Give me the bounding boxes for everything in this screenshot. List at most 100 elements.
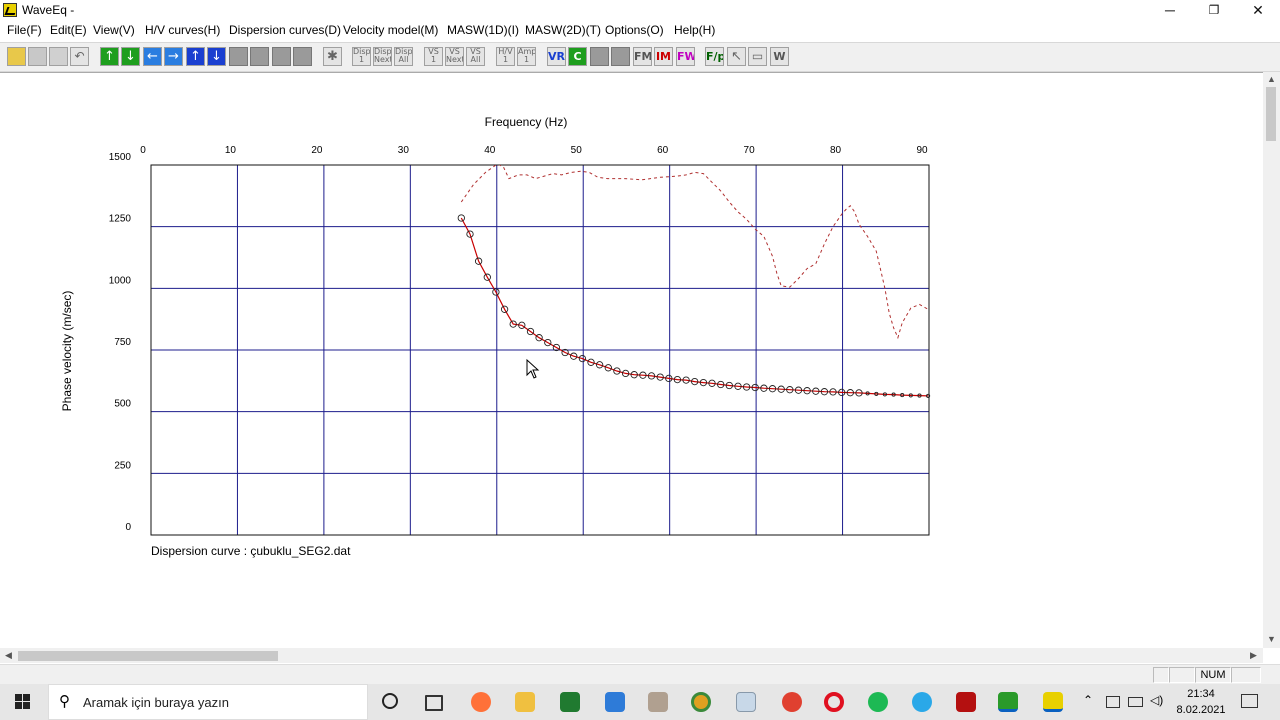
y-tick-label: 250 — [114, 460, 131, 471]
horizontal-scrollbar[interactable]: ◀ ▶ — [0, 648, 1263, 663]
w-button[interactable]: W — [770, 47, 789, 66]
x-axis-label: Frequency (Hz) — [485, 115, 568, 129]
x-tick-label: 70 — [744, 145, 756, 156]
taskbar-search[interactable]: ⚲ Aramak için buraya yazın — [48, 684, 368, 720]
print-icon[interactable] — [49, 47, 68, 66]
hv-1-button[interactable]: H/V 1 — [496, 47, 515, 66]
waveeq-taskbar-icon[interactable] — [1043, 692, 1063, 712]
close-button[interactable]: ✕ — [1236, 0, 1280, 21]
x-tick-label: 30 — [398, 145, 410, 156]
vr-button[interactable]: VR — [547, 47, 566, 66]
undo-icon[interactable]: ↶ — [70, 47, 89, 66]
disabled-tool-3-icon[interactable] — [272, 47, 291, 66]
disabled-tool-5-icon[interactable] — [590, 47, 609, 66]
x-tick-label: 50 — [571, 145, 583, 156]
move-down-icon[interactable]: ↓ — [207, 47, 226, 66]
pdf-icon[interactable] — [956, 692, 976, 712]
window-title: WaveEq - — [22, 3, 75, 17]
x-tick-label: 10 — [225, 145, 237, 156]
x-tick-label: 40 — [484, 145, 496, 156]
status-cell-blank — [1169, 667, 1195, 683]
clock-date: 8.02.2021 — [1176, 704, 1226, 716]
x-tick-label: 0 — [140, 145, 146, 156]
opera-icon[interactable] — [824, 692, 844, 712]
chrome-icon[interactable] — [691, 692, 711, 712]
fm-button[interactable]: FM — [633, 47, 652, 66]
restore-button[interactable]: ❐ — [1192, 0, 1236, 21]
horizontal-scroll-thumb[interactable] — [18, 651, 278, 661]
file-explorer-icon[interactable] — [515, 692, 535, 712]
move-up-icon[interactable]: ↑ — [186, 47, 205, 66]
menu-edit[interactable]: Edit(E) — [50, 23, 87, 37]
y-tick-label: 1500 — [109, 152, 132, 163]
chart-caption: Dispersion curve : çubuklu_SEG2.dat — [151, 544, 351, 558]
fw-button[interactable]: FW — [676, 47, 695, 66]
app-icon-blue[interactable] — [605, 692, 625, 712]
skype-icon[interactable] — [912, 692, 932, 712]
status-cell-caps — [1153, 667, 1169, 683]
dispersion-chart[interactable]: Frequency (Hz) Phase velocity (m/sec) 01… — [0, 73, 1000, 573]
windows-start-icon[interactable] — [15, 694, 31, 710]
cursor-icon[interactable]: ↖ — [727, 47, 746, 66]
minimize-button[interactable]: ─ — [1148, 0, 1192, 21]
arrow-down-icon[interactable]: ↓ — [121, 47, 140, 66]
scroll-right-icon[interactable]: ▶ — [1250, 650, 1257, 661]
network-icon[interactable] — [1106, 696, 1120, 708]
scroll-left-icon[interactable]: ◀ — [5, 650, 12, 661]
c-button[interactable]: C — [568, 47, 587, 66]
amp-1-button[interactable]: Amp 1 — [517, 47, 536, 66]
app-window-icon[interactable] — [736, 692, 756, 712]
vs-1-button[interactable]: VS 1 — [424, 47, 443, 66]
taskbar-clock[interactable]: 21:34 8.02.2021 — [1170, 686, 1232, 718]
vs-next-button[interactable]: VS Next — [445, 47, 464, 66]
menu-help[interactable]: Help(H) — [674, 23, 715, 37]
firefox-icon[interactable] — [471, 692, 491, 712]
notification-icon[interactable] — [1241, 694, 1258, 708]
chart-view[interactable]: Frequency (Hz) Phase velocity (m/sec) 01… — [0, 72, 1263, 649]
menu-view[interactable]: View(V) — [93, 23, 135, 37]
app-icon-sw[interactable] — [998, 692, 1018, 712]
menu-masw-1d[interactable]: MASW(1D)(I) — [447, 23, 519, 37]
vertical-scrollbar[interactable]: ▲ ▼ — [1263, 72, 1280, 648]
menu-file[interactable]: File(F) — [7, 23, 42, 37]
disp-all-button[interactable]: Disp All — [394, 47, 413, 66]
fp-button[interactable]: F/p — [705, 47, 724, 66]
new-page-icon[interactable]: ▭ — [748, 47, 767, 66]
paint-icon[interactable] — [648, 692, 668, 712]
scroll-up-icon[interactable]: ▲ — [1267, 74, 1276, 84]
cortana-icon[interactable] — [382, 693, 398, 709]
disabled-tool-4-icon[interactable] — [293, 47, 312, 66]
menu-options[interactable]: Options(O) — [605, 23, 664, 37]
battery-icon[interactable] — [1128, 697, 1143, 707]
menu-velocity-model[interactable]: Velocity model(M) — [343, 23, 438, 37]
volume-icon[interactable]: ◁) — [1150, 693, 1163, 707]
spotify-icon[interactable] — [868, 692, 888, 712]
disabled-tool-2-icon[interactable] — [250, 47, 269, 66]
disabled-tool-6-icon[interactable] — [611, 47, 630, 66]
menu-hv-curves[interactable]: H/V curves(H) — [145, 23, 220, 37]
chart-grid — [150, 164, 930, 536]
arrow-up-icon[interactable]: ↑ — [100, 47, 119, 66]
menu-dispersion-curves[interactable]: Dispersion curves(D) — [229, 23, 341, 37]
im-button[interactable]: IM — [654, 47, 673, 66]
menu-masw-2d[interactable]: MASW(2D)(T) — [525, 23, 601, 37]
scroll-down-icon[interactable]: ▼ — [1267, 634, 1276, 644]
app-icon-red[interactable] — [782, 692, 802, 712]
save-icon[interactable] — [28, 47, 47, 66]
clock-time: 21:34 — [1187, 688, 1215, 700]
open-folder-icon[interactable] — [7, 47, 26, 66]
show-hidden-icons-icon[interactable]: ⌃ — [1083, 693, 1093, 707]
task-view-icon[interactable] — [425, 695, 443, 711]
dashed-curve-line — [460, 165, 929, 340]
vs-all-button[interactable]: VS All — [466, 47, 485, 66]
disp-next-button[interactable]: Disp Next — [373, 47, 392, 66]
arrow-right-icon[interactable]: → — [164, 47, 183, 66]
app-icon-green[interactable] — [560, 692, 580, 712]
search-icon: ⚲ — [59, 693, 70, 710]
arrow-left-icon[interactable]: ← — [143, 47, 162, 66]
pin-icon[interactable]: ✱ — [323, 47, 342, 66]
status-bar: NUM — [0, 664, 1280, 685]
disp-1-button[interactable]: Disp 1 — [352, 47, 371, 66]
disabled-tool-1-icon[interactable] — [229, 47, 248, 66]
vertical-scroll-thumb[interactable] — [1266, 87, 1276, 141]
